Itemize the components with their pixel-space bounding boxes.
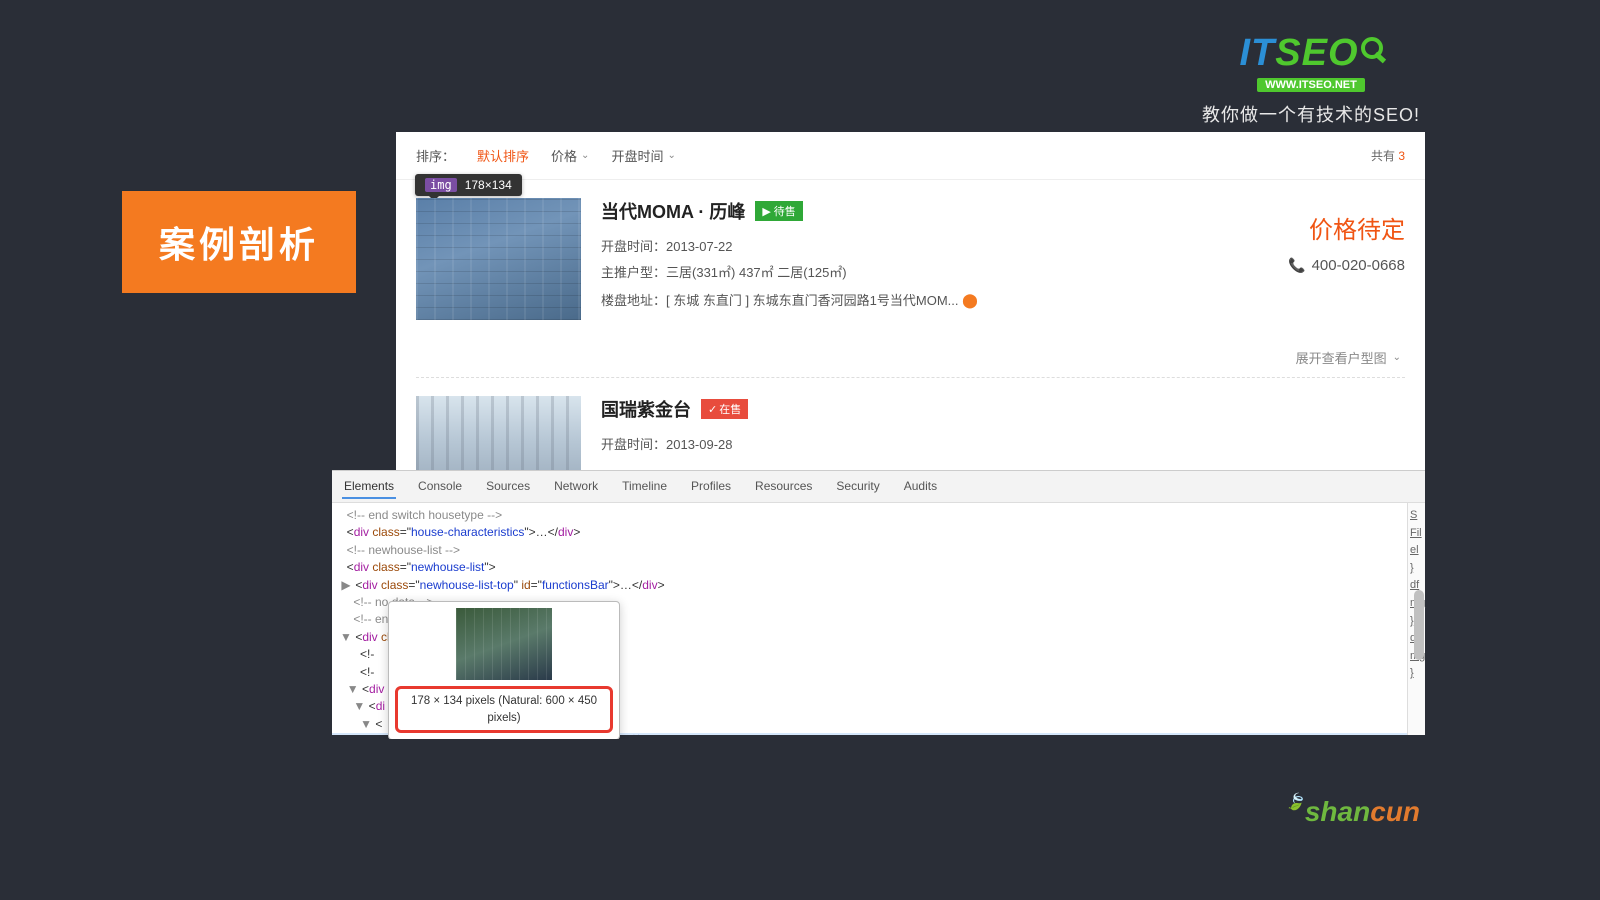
phone[interactable]: 📞400-020-0668: [1288, 257, 1405, 274]
scrollbar-thumb[interactable]: [1414, 590, 1424, 660]
phone-icon: 📞: [1288, 257, 1305, 274]
tooltip-thumbnail: [456, 608, 552, 680]
expand-floorplan[interactable]: 展开查看户型图⌄: [396, 338, 1425, 377]
tab-audits[interactable]: Audits: [902, 475, 939, 498]
status-badge: ▶待售: [755, 201, 802, 221]
case-analysis-text: 案例剖析: [159, 216, 319, 268]
devtools-tabs: Elements Console Sources Network Timelin…: [332, 471, 1425, 503]
status-badge: ✓在售: [701, 399, 748, 419]
sort-price-label: 价格: [551, 146, 577, 165]
play-icon: ▶: [762, 205, 770, 218]
tab-console[interactable]: Console: [416, 475, 464, 498]
watermark: 🍃shancun: [1285, 792, 1420, 828]
sort-opentime[interactable]: 开盘时间 ⌄: [611, 146, 675, 165]
footer-band: 🍃shancun: [0, 735, 1600, 900]
tab-sources[interactable]: Sources: [484, 475, 532, 498]
image-hover-tooltip: 178 × 134 pixels (Natural: 600 × 450 pix…: [388, 601, 620, 739]
tab-security[interactable]: Security: [834, 475, 881, 498]
brand-logo: ITSEO WWW.ITSEO.NET 教你做一个有技术的SEO!: [1202, 32, 1420, 127]
listing-title[interactable]: 国瑞紫金台: [601, 396, 691, 422]
total-count: 共有 3: [1371, 147, 1405, 164]
chevron-down-icon: ⌄: [667, 150, 675, 161]
logo-it: IT: [1239, 32, 1275, 74]
sort-default[interactable]: 默认排序: [477, 146, 529, 165]
listing-1: 当代MOMA · 历峰 ▶待售 开盘时间：2013-07-22 主推户型：三居(…: [396, 180, 1425, 338]
listing-thumbnail[interactable]: [416, 198, 581, 320]
tab-resources[interactable]: Resources: [753, 475, 814, 498]
slogan: 教你做一个有技术的SEO!: [1202, 101, 1420, 127]
magnifier-icon: [1361, 37, 1383, 59]
open-time: 开盘时间：2013-09-28: [601, 432, 1405, 458]
tab-network[interactable]: Network: [552, 475, 600, 498]
check-icon: ✓: [708, 403, 717, 416]
sort-price[interactable]: 价格 ⌄: [551, 146, 589, 165]
sort-bar: 排序： 默认排序 价格 ⌄ 开盘时间 ⌄ 共有 3: [396, 132, 1425, 180]
tab-elements[interactable]: Elements: [342, 475, 396, 499]
open-time: 开盘时间：2013-07-22: [601, 234, 1405, 260]
leaf-icon: 🍃: [1285, 794, 1305, 811]
house-type: 主推户型：三居(331㎡) 437㎡ 二居(125㎡): [601, 260, 1405, 286]
chevron-down-icon: ⌄: [1393, 352, 1401, 363]
dom-tree[interactable]: <!-- end switch housetype --> <div class…: [332, 503, 1407, 739]
logo-seo: SEO: [1275, 32, 1358, 74]
price: 价格待定: [1288, 210, 1405, 245]
tooltip-dimensions: 178 × 134 pixels (Natural: 600 × 450 pix…: [395, 686, 613, 733]
tab-profiles[interactable]: Profiles: [689, 475, 733, 498]
chevron-down-icon: ⌄: [581, 150, 589, 161]
address: 楼盘地址：[ 东城 东直门 ] 东城东直门香河园路1号当代MOM... ⬤: [601, 286, 1405, 314]
sort-label: 排序：: [416, 146, 455, 165]
location-pin-icon[interactable]: ⬤: [962, 292, 978, 308]
case-analysis-title: 案例剖析: [122, 191, 356, 293]
devtools-panel: Elements Console Sources Network Timelin…: [332, 470, 1425, 735]
listing-title[interactable]: 当代MOMA · 历峰: [601, 198, 745, 224]
logo-url: WWW.ITSEO.NET: [1257, 78, 1365, 92]
tab-timeline[interactable]: Timeline: [620, 475, 669, 498]
sort-opentime-label: 开盘时间: [611, 146, 663, 165]
